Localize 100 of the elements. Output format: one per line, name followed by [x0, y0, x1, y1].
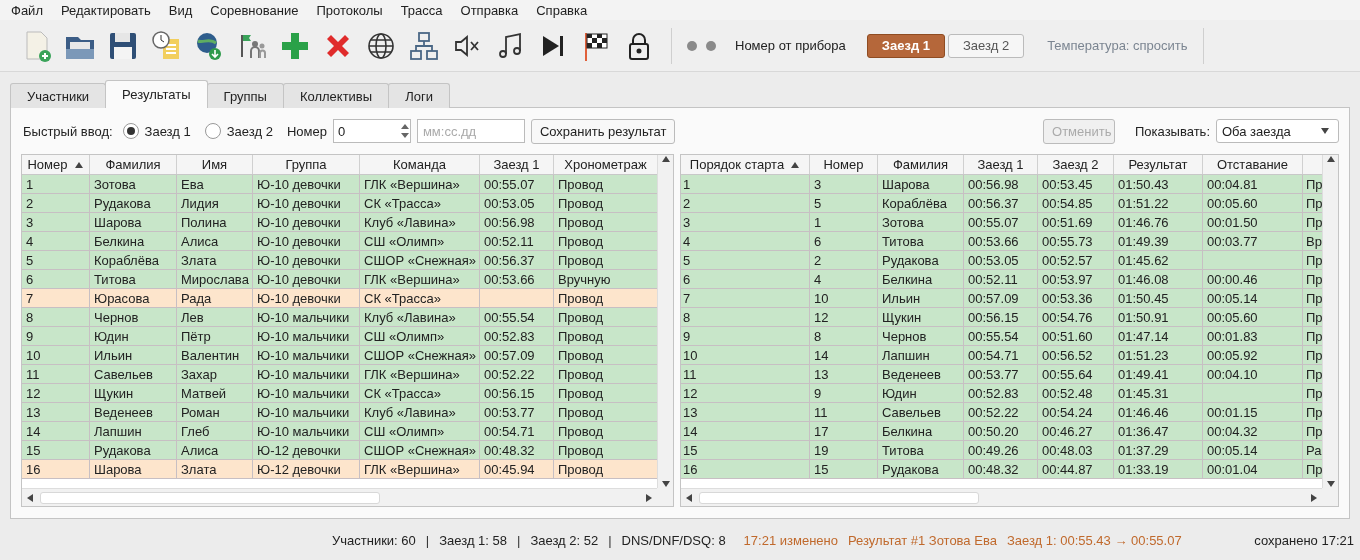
sort-arrow-icon[interactable] [790, 160, 801, 169]
scroll-down-icon[interactable] [1325, 480, 1336, 488]
column-header[interactable]: Номер [810, 155, 878, 174]
table-row[interactable]: 5 2 Рудакова 00:53.05 00:52.57 01:45.62 Пр [681, 251, 1322, 270]
spinner-arrows-icon[interactable] [399, 122, 410, 140]
table-row[interactable]: 14 Лапшин Глеб Ю-10 мальчики СШ «Олимп» 00:54.71 Провод [22, 422, 657, 441]
number-field[interactable]: 0 [332, 119, 411, 143]
column-header[interactable]: Фамилия [90, 155, 177, 174]
table-row[interactable]: 6 4 Белкина 00:52.11 00:53.97 01:46.08 00:00.46 Пр [681, 270, 1322, 289]
table-row[interactable]: 7 10 Ильин 00:57.09 00:53.36 01:50.45 00:05.14 Пр [681, 289, 1322, 308]
table-row[interactable]: 9 Юдин Пётр Ю-10 мальчики СШ «Олимп» 00:52.83 Провод [22, 327, 657, 346]
table-row[interactable]: 5 Кораблёва Злата Ю-10 девочки СШОР «Снежная» 00:56.37 Провод [22, 251, 657, 270]
sort-arrow-icon[interactable] [73, 160, 84, 169]
table-row[interactable]: 13 11 Савельев 00:52.22 00:54.24 01:46.46 00:01.15 Пр [681, 403, 1322, 422]
tab[interactable]: Участники [10, 83, 107, 108]
table-row[interactable]: 10 14 Лапшин 00:54.71 00:56.52 01:51.23 00:05.92 Пр [681, 346, 1322, 365]
table-row[interactable]: 1 Зотова Ева Ю-10 девочки ГЛК «Вершина» 00:55.07 Провод [22, 175, 657, 194]
table-row[interactable]: 15 19 Титова 00:49.26 00:48.03 01:37.29 00:05.14 Ра [681, 441, 1322, 460]
column-header[interactable]: Фамилия [878, 155, 964, 174]
scroll-down-icon[interactable] [660, 480, 671, 488]
scroll-right-icon[interactable] [1308, 493, 1318, 502]
heat-button[interactable]: Заезд 1 [866, 33, 945, 58]
menu-item[interactable]: Файл [11, 2, 43, 18]
radio-button[interactable] [122, 123, 139, 139]
table-row[interactable]: 16 15 Рудакова 00:48.32 00:44.87 01:33.19 00:01.04 Пр [681, 460, 1322, 479]
column-header[interactable]: Отставание [1203, 155, 1303, 174]
table-row[interactable]: 15 Рудакова Алиса Ю-12 девочки СШОР «Снежная» 00:48.32 Провод [22, 441, 657, 460]
heat-button[interactable]: Заезд 2 [948, 33, 1025, 58]
menu-item[interactable]: Справка [536, 2, 588, 18]
table-row[interactable]: 2 5 Кораблёва 00:56.37 00:54.85 01:51.22 00:05.60 Пр [681, 194, 1322, 213]
column-header[interactable]: Результат [1114, 155, 1203, 174]
table-row[interactable]: 11 Савельев Захар Ю-10 мальчики ГЛК «Вершина» 00:52.22 Провод [22, 365, 657, 384]
table-row[interactable]: 1 3 Шарова 00:56.98 00:53.45 01:50.43 00:04.81 Пр [681, 175, 1322, 194]
table-row[interactable]: 10 Ильин Валентин Ю-10 мальчики СШОР «Снежная» 00:57.09 Провод [22, 346, 657, 365]
table-cell: Алиса [177, 232, 253, 250]
table-cell: 00:52.48 [1038, 384, 1114, 402]
dropdown-arrow-icon[interactable] [1320, 127, 1330, 135]
column-header[interactable]: Заезд 2 [1038, 155, 1114, 174]
tab[interactable]: Коллективы [282, 83, 390, 108]
table-row[interactable]: 4 Белкина Алиса Ю-10 девочки СШ «Олимп» 00:52.11 Провод [22, 232, 657, 251]
column-header[interactable]: Номер [22, 155, 90, 174]
table-row[interactable]: 11 13 Веденеев 00:53.77 00:55.64 01:49.41 00:04.10 Пр [681, 365, 1322, 384]
table-row[interactable]: 8 12 Щукин 00:56.15 00:54.76 01:50.91 00:05.60 Пр [681, 308, 1322, 327]
show-dropdown[interactable]: Оба заезда [1216, 119, 1339, 143]
change-message: Заезд 1: 00:55.43 → 00:55.07 [1006, 532, 1182, 548]
scroll-up-icon[interactable] [660, 155, 671, 163]
radio-label[interactable]: Заезд 1 [144, 123, 191, 139]
column-header[interactable]: Заезд 1 [964, 155, 1038, 174]
table-row[interactable]: 12 Щукин Матвей Ю-10 мальчики СК «Трасса» 00:56.15 Провод [22, 384, 657, 403]
table-cell: 13 [681, 403, 810, 421]
table-row[interactable]: 16 Шарова Злата Ю-12 девочки ГЛК «Вершина» 00:45.94 Провод [22, 460, 657, 479]
time-field[interactable]: мм:сс.дд [416, 119, 525, 143]
column-header[interactable]: Команда [360, 155, 480, 174]
table-cell: 00:54.71 [964, 346, 1038, 364]
menu-item[interactable]: Протоколы [316, 2, 383, 18]
table-cell: 00:56.98 [480, 213, 554, 231]
save-result-button[interactable]: Сохранить результат [530, 118, 676, 144]
number-label: Номер [286, 123, 327, 139]
column-header[interactable]: Заезд 1 [480, 155, 554, 174]
table-cell: 00:01.50 [1203, 213, 1303, 231]
radio-button[interactable] [204, 123, 221, 139]
table-row[interactable]: 3 Шарова Полина Ю-10 девочки Клуб «Лавина» 00:56.98 Провод [22, 213, 657, 232]
separator-text: | [517, 532, 521, 548]
scroll-right-icon[interactable] [643, 493, 653, 502]
column-header[interactable]: Группа [253, 155, 360, 174]
menu-item[interactable]: Вид [168, 2, 193, 18]
scroll-left-icon[interactable] [685, 493, 695, 502]
menu-item[interactable]: Соревнование [210, 2, 299, 18]
table-row[interactable]: 7 Юрасова Рада Ю-10 девочки СК «Трасса» Провод [22, 289, 657, 308]
table-cell: 00:51.69 [1038, 213, 1114, 231]
menu-item[interactable]: Редактировать [60, 2, 151, 18]
menu-item[interactable]: Отправка [460, 2, 519, 18]
table-row[interactable]: 13 Веденеев Роман Ю-10 мальчики Клуб «Лавина» 00:53.77 Провод [22, 403, 657, 422]
table-row[interactable]: 6 Титова Мирослава Ю-10 девочки ГЛК «Вершина» 00:53.66 Вручную [22, 270, 657, 289]
column-header[interactable]: Имя [177, 155, 253, 174]
table-row[interactable]: 2 Рудакова Лидия Ю-10 девочки СК «Трасса» 00:53.05 Провод [22, 194, 657, 213]
table-row[interactable]: 12 9 Юдин 00:52.83 00:52.48 01:45.31 Пр [681, 384, 1322, 403]
table-row[interactable]: 14 17 Белкина 00:50.20 00:46.27 01:36.47 00:04.32 Пр [681, 422, 1322, 441]
table-cell: 10 [810, 289, 878, 307]
menu-item[interactable]: Трасса [400, 2, 443, 18]
horizontal-scrollbar[interactable] [681, 488, 1322, 506]
table-row[interactable]: 9 8 Чернов 00:55.54 00:51.60 01:47.14 00:01.83 Пр [681, 327, 1322, 346]
table-cell: 00:05.14 [1203, 441, 1303, 459]
horizontal-scrollbar[interactable] [22, 488, 657, 506]
table-row[interactable]: 3 1 Зотова 00:55.07 00:51.69 01:46.76 00:01.50 Пр [681, 213, 1322, 232]
vertical-scrollbar[interactable] [1322, 155, 1338, 488]
tab[interactable]: Группы [206, 83, 284, 108]
tab[interactable]: Результаты [105, 80, 208, 108]
tab[interactable]: Логи [388, 83, 450, 108]
table-row[interactable]: 8 Чернов Лев Ю-10 мальчики Клуб «Лавина» 00:55.54 Провод [22, 308, 657, 327]
scroll-left-icon[interactable] [26, 493, 36, 502]
table-cell: Мирослава [177, 270, 253, 288]
table-row[interactable]: 4 6 Титова 00:53.66 00:55.73 01:49.39 00:03.77 Вр [681, 232, 1322, 251]
column-header[interactable]: Порядок старта [681, 155, 810, 174]
vertical-scrollbar[interactable] [657, 155, 673, 488]
table-cell: 01:50.45 [1114, 289, 1203, 307]
table-cell: Захар [177, 365, 253, 383]
table-cell: 01:45.62 [1114, 251, 1203, 269]
scroll-up-icon[interactable] [1325, 155, 1336, 163]
radio-label[interactable]: Заезд 2 [226, 123, 273, 139]
